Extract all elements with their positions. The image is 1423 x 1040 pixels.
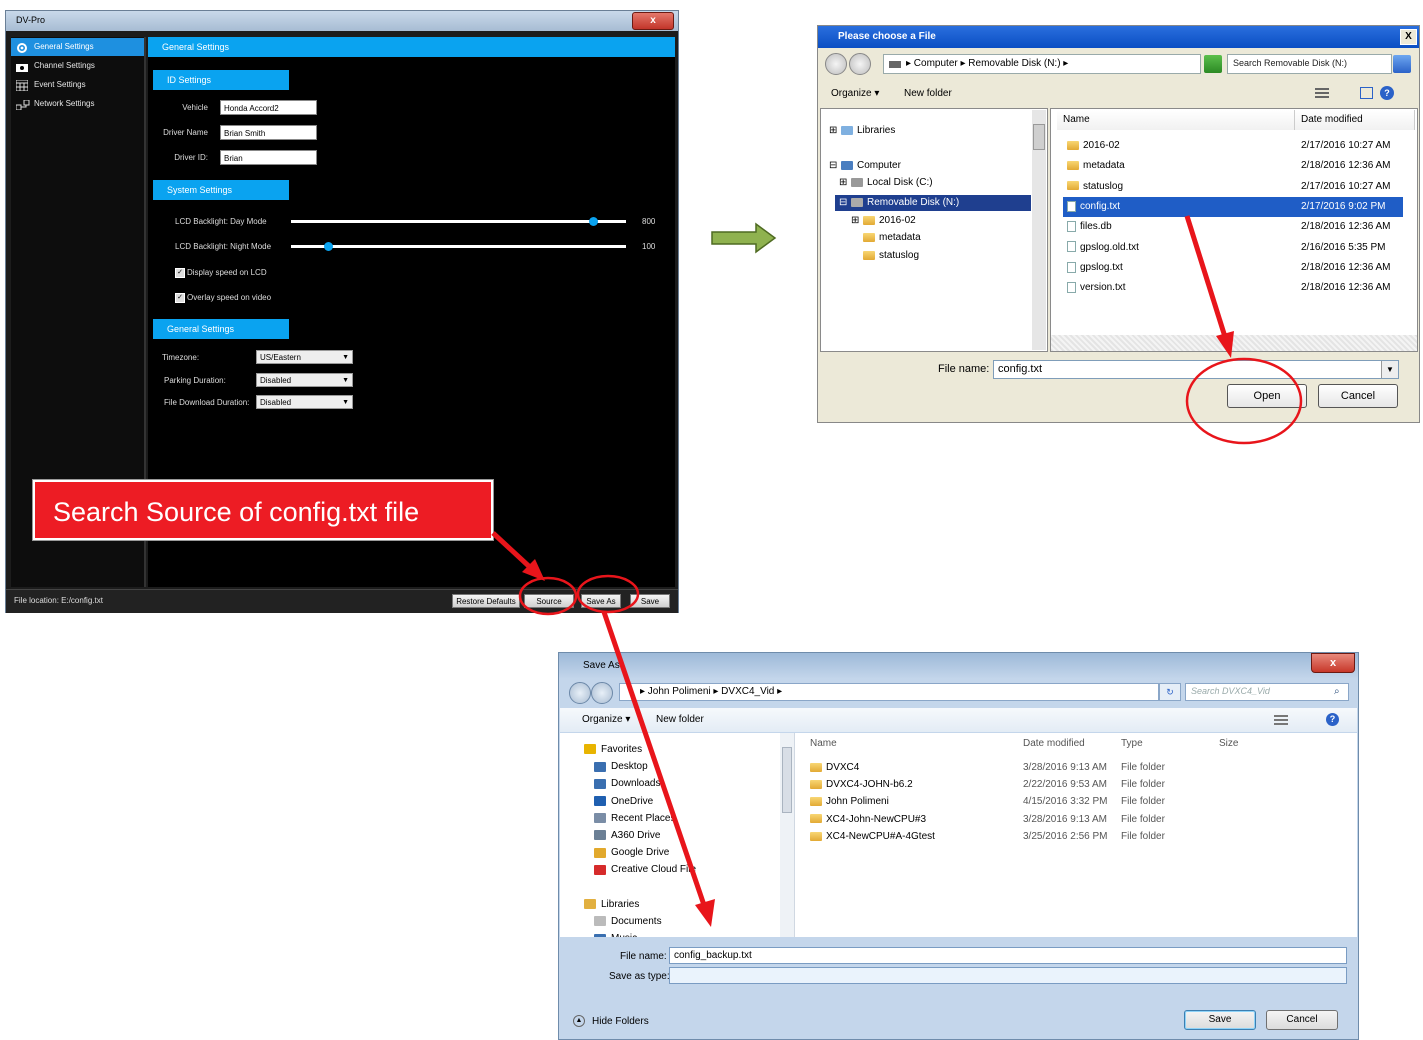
callout-arrow-line <box>491 531 535 572</box>
open-button-highlight-circle <box>1185 357 1303 445</box>
annotation-overlay <box>491 215 1303 927</box>
save-as-button-highlight-circle <box>576 574 640 614</box>
open-arrowhead-icon <box>1216 331 1234 358</box>
saveas-arrow-line <box>601 611 708 909</box>
saveas-arrowhead-icon <box>695 899 715 927</box>
open-arrow-line <box>1184 215 1229 341</box>
source-button-highlight-circle <box>518 576 578 616</box>
